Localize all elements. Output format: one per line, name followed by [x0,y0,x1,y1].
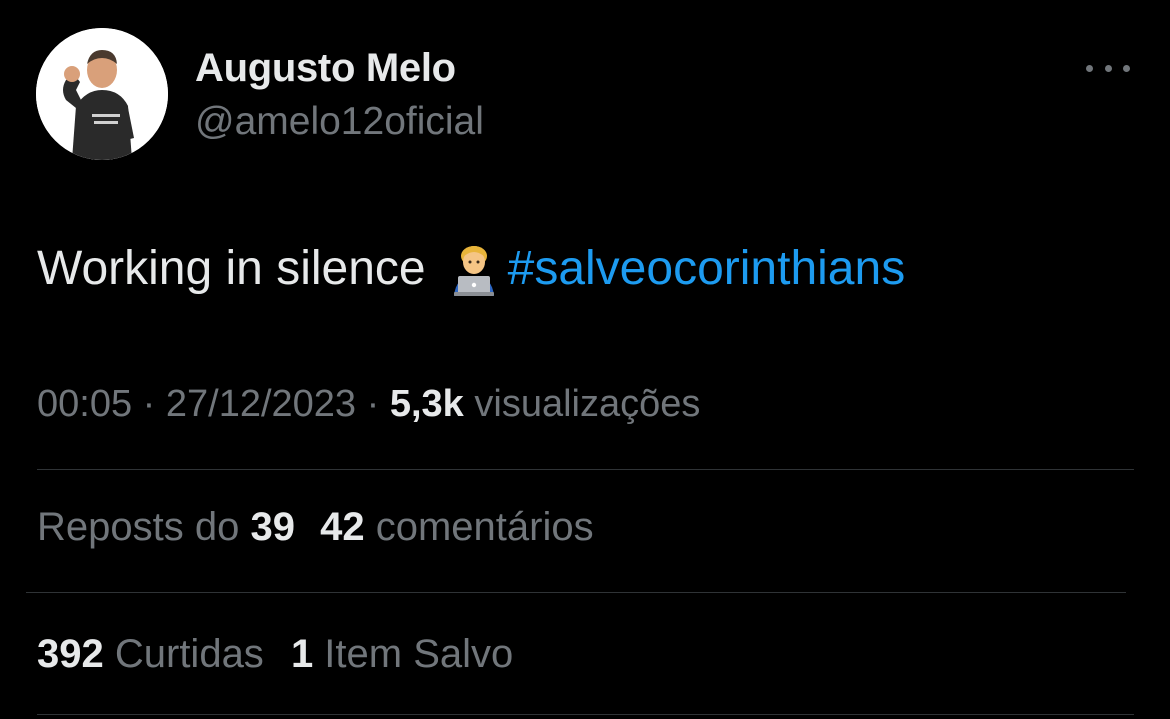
tweet-time[interactable]: 00:05 [37,383,132,425]
avatar-image [36,28,168,160]
likes-count: 392 [37,632,104,676]
tweet-metadata: 00:05 · 27/12/2023 · 5,3k visualizações [37,383,700,426]
views-count: 5,3k [389,383,464,425]
divider [37,469,1134,470]
comments-label: comentários [364,505,594,549]
reposts-label: Reposts do [37,505,251,549]
engagement-row-2: 392 Curtidas 1 Item Salvo [37,632,513,677]
tweet-text: Working in silence #salveocorinthians [37,240,905,296]
author-handle[interactable]: @amelo12oficial [195,100,484,144]
more-options-button[interactable] [1082,55,1134,81]
more-dot [1104,64,1112,72]
saved-count: 1 [290,632,314,676]
avatar[interactable] [36,28,168,160]
engagement-row-1: Reposts do 39 42 comentários [37,505,594,550]
likes-stat[interactable]: 392 Curtidas [37,632,264,676]
man-technologist-emoji-icon [446,240,502,296]
views-label: visualizações [463,383,701,425]
saved-label: Item Salvo [313,632,514,676]
tweet-body-text: Working in silence [37,241,426,295]
meta-separator: · [132,383,166,425]
comments-stat[interactable]: 42 comentários [320,505,593,549]
reposts-stat[interactable]: Reposts do 39 [37,505,295,549]
more-horizontal-icon [1086,64,1093,72]
comments-count: 42 [320,505,365,549]
author-display-name[interactable]: Augusto Melo [195,46,456,91]
more-dot [1123,64,1130,72]
likes-label: Curtidas [103,632,264,676]
reposts-count: 39 [250,505,295,549]
tweet-date[interactable]: 27/12/2023 [166,383,356,425]
tweet-detail: Augusto Melo @amelo12oficial Working in … [0,0,1170,719]
divider [37,714,1134,715]
hashtag-link[interactable]: #salveocorinthians [508,241,906,296]
meta-separator: · [356,383,390,425]
divider [26,592,1126,593]
saved-stat[interactable]: 1 Item Salvo [291,632,513,676]
